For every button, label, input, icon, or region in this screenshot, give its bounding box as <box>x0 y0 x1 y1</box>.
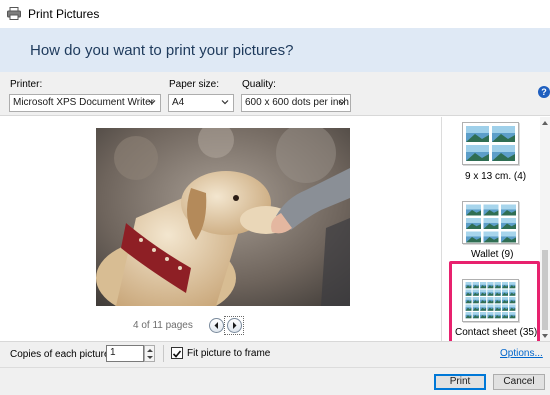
fit-picture-checkbox[interactable] <box>171 347 183 359</box>
copies-input[interactable]: 1 <box>106 345 144 362</box>
cancel-button[interactable]: Cancel <box>493 374 545 390</box>
checkmark-icon <box>172 350 182 358</box>
paper-size-label: Paper size: <box>169 79 220 90</box>
window-title: Print Pictures <box>28 7 100 21</box>
page-indicator: 4 of 11 pages <box>133 320 193 331</box>
divider <box>163 345 164 362</box>
quality-select-value: 600 x 600 dots per inch <box>245 97 349 108</box>
arrow-right-icon <box>233 322 237 329</box>
layout-label-wallet: Wallet (9) <box>471 249 514 260</box>
layout-scrollbar-thumb[interactable] <box>542 250 548 330</box>
print-button[interactable]: Print <box>434 374 486 390</box>
scroll-up-icon[interactable] <box>541 120 549 126</box>
quality-select[interactable]: 600 x 600 dots per inch <box>241 94 351 112</box>
help-icon[interactable]: ? <box>538 86 550 98</box>
layout-thumb-9x13[interactable] <box>462 122 519 165</box>
paper-size-select[interactable]: A4 <box>168 94 234 112</box>
printer-icon <box>7 7 21 20</box>
printer-label: Printer: <box>10 79 43 90</box>
quality-label: Quality: <box>242 79 276 90</box>
chevron-down-icon <box>221 100 229 105</box>
previous-page-button[interactable] <box>209 318 224 333</box>
paper-size-select-value: A4 <box>172 97 185 108</box>
header-question: How do you want to print your pictures? <box>30 42 294 59</box>
chevron-down-icon <box>148 100 156 105</box>
next-page-button[interactable] <box>227 318 242 333</box>
copies-label: Copies of each picture: <box>10 349 113 360</box>
dog-photo <box>96 128 350 306</box>
printer-select[interactable]: Microsoft XPS Document Writer <box>9 94 161 112</box>
scroll-down-icon[interactable] <box>541 333 549 339</box>
layout-label-9x13: 9 x 13 cm. (4) <box>465 171 527 182</box>
chevron-down-icon <box>338 100 346 105</box>
photo-grid-icon <box>466 204 516 243</box>
options-link[interactable]: Options... <box>500 348 543 359</box>
printer-select-value: Microsoft XPS Document Writer <box>13 97 154 108</box>
arrow-left-icon <box>214 322 218 329</box>
copies-stepper[interactable] <box>144 345 155 362</box>
fit-picture-label: Fit picture to frame <box>187 348 271 359</box>
selected-layout-highlight <box>449 261 540 346</box>
dog-photo-image <box>96 128 350 306</box>
layout-thumb-wallet[interactable] <box>462 201 519 244</box>
photo-grid-icon <box>466 126 515 161</box>
